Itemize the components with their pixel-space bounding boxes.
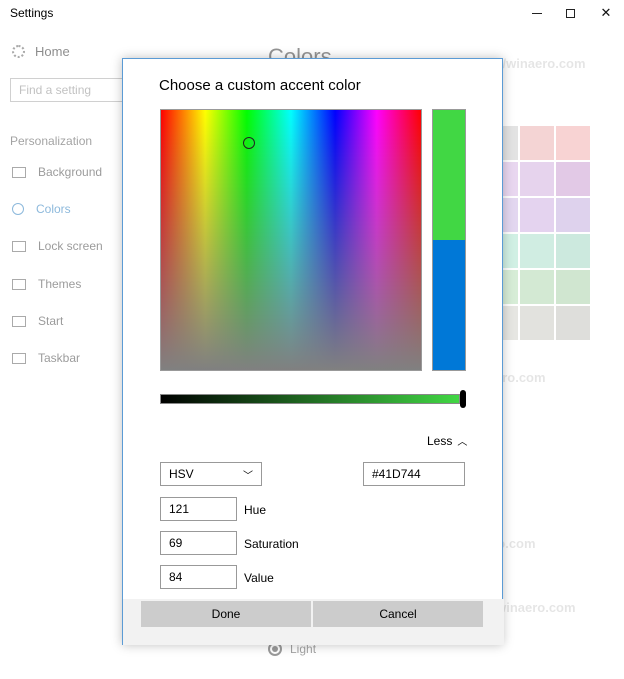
- lock-screen-icon: [12, 240, 26, 252]
- themes-icon: [12, 278, 26, 290]
- color-spectrum[interactable]: [160, 109, 422, 371]
- old-color-swatch: [433, 240, 465, 370]
- new-color-swatch: [433, 110, 465, 240]
- hex-input[interactable]: #41D744: [363, 462, 465, 486]
- accent-swatch[interactable]: [556, 198, 590, 232]
- sidebar-item-label: Colors: [36, 202, 71, 216]
- sidebar-item-label: Themes: [38, 277, 82, 291]
- close-button[interactable]: ✕: [589, 0, 623, 26]
- minimize-icon: [532, 12, 542, 14]
- saturation-input[interactable]: 69: [160, 531, 237, 555]
- accent-swatch[interactable]: [556, 270, 590, 304]
- sidebar-item-taskbar[interactable]: Taskbar: [12, 351, 80, 365]
- maximize-button[interactable]: [553, 0, 587, 26]
- nav-home[interactable]: Home: [12, 44, 70, 59]
- accent-swatch[interactable]: [520, 306, 554, 340]
- accent-swatch[interactable]: [520, 162, 554, 196]
- done-button[interactable]: Done: [141, 601, 311, 627]
- sidebar-item-colors[interactable]: Colors: [12, 202, 71, 216]
- color-picker-ring[interactable]: [243, 137, 255, 149]
- sidebar-item-label: Lock screen: [38, 239, 103, 253]
- color-mode-select[interactable]: HSV ﹀: [160, 462, 262, 486]
- sidebar-item-background[interactable]: Background: [12, 165, 102, 179]
- close-icon: ✕: [600, 5, 612, 20]
- accent-swatch[interactable]: [520, 270, 554, 304]
- accent-swatch[interactable]: [556, 234, 590, 268]
- hue-label: Hue: [244, 503, 267, 517]
- less-toggle[interactable]: Less ︿: [427, 433, 468, 449]
- chevron-up-icon: ︿: [457, 437, 468, 448]
- cancel-button[interactable]: Cancel: [313, 601, 483, 627]
- accent-swatch[interactable]: [556, 126, 590, 160]
- accent-swatch[interactable]: [520, 126, 554, 160]
- accent-swatch[interactable]: [520, 198, 554, 232]
- accent-swatch[interactable]: [556, 306, 590, 340]
- sidebar-item-themes[interactable]: Themes: [12, 277, 81, 291]
- taskbar-icon: [12, 352, 26, 364]
- hue-input[interactable]: 121: [160, 497, 237, 521]
- image-icon: [12, 166, 26, 178]
- dialog-title: Choose a custom accent color: [159, 77, 361, 94]
- accent-swatch[interactable]: [556, 162, 590, 196]
- sidebar-item-label: Taskbar: [38, 351, 81, 365]
- sidebar-item-label: Start: [38, 314, 64, 328]
- less-label: Less: [427, 433, 453, 448]
- nav-home-label: Home: [35, 44, 70, 59]
- sidebar-item-label: Background: [38, 165, 103, 179]
- brightness-slider-thumb[interactable]: [460, 390, 466, 408]
- saturation-label: Saturation: [244, 537, 299, 551]
- value-input[interactable]: 84: [160, 565, 237, 589]
- maximize-icon: [565, 8, 575, 18]
- brightness-slider[interactable]: [160, 394, 460, 404]
- palette-icon: [12, 203, 24, 215]
- start-icon: [12, 315, 26, 327]
- gear-icon: [12, 45, 25, 58]
- color-preview: [432, 109, 466, 371]
- sidebar-item-lock-screen[interactable]: Lock screen: [12, 239, 103, 253]
- accent-swatch[interactable]: [520, 234, 554, 268]
- color-mode-value: HSV: [169, 467, 194, 481]
- minimize-button[interactable]: [520, 0, 554, 26]
- section-label: Personalization: [10, 134, 93, 148]
- custom-color-dialog: Choose a custom accent color Less ︿ HSV …: [122, 58, 504, 645]
- sidebar-item-start[interactable]: Start: [12, 314, 63, 328]
- title-bar: Settings ✕: [0, 0, 624, 26]
- chevron-down-icon: ﹀: [243, 470, 253, 482]
- value-label: Value: [244, 571, 274, 585]
- window-title: Settings: [10, 6, 54, 20]
